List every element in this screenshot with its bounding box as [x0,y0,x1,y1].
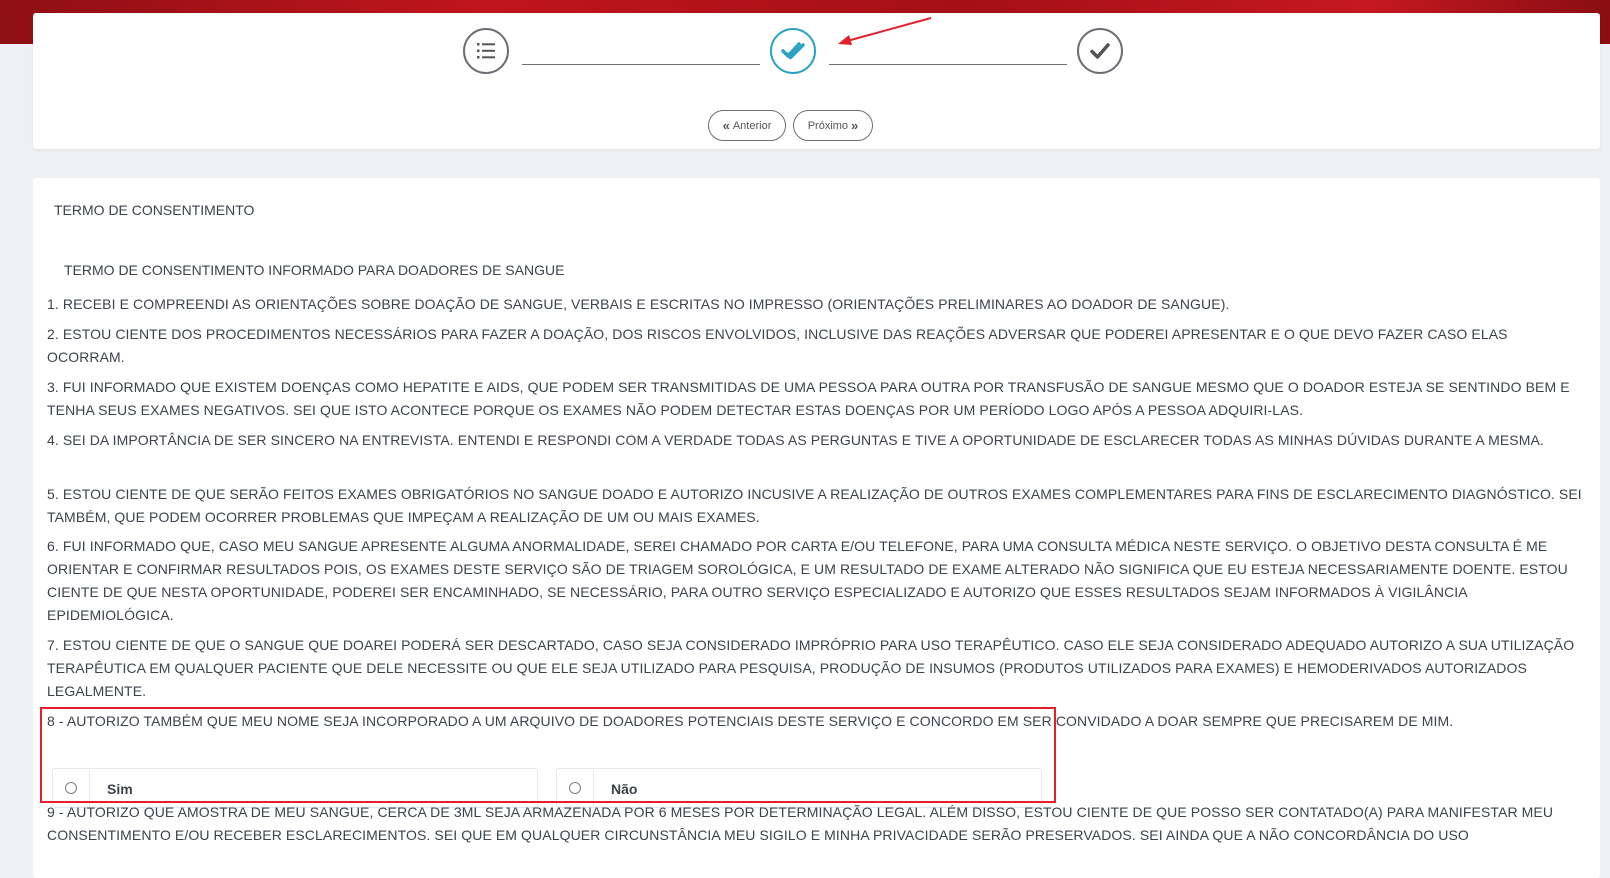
wizard-card: « Anterior Próximo » [33,13,1600,149]
clause-5: 5. ESTOU CIENTE DE QUE SERÃO FEITOS EXAM… [47,486,1582,525]
clause-2: 2. ESTOU CIENTE DOS PROCEDIMENTOS NECESS… [47,326,1508,365]
step-connector-2 [829,64,1067,65]
next-button-label: Próximo [807,119,849,132]
next-button[interactable]: Próximo » [793,110,873,141]
section-title: TERMO DE CONSENTIMENTO [54,202,255,218]
annotation-highlight-box [40,707,1056,803]
clause-9: 9 - AUTORIZO QUE AMOSTRA DE MEU SANGUE, … [47,804,1554,843]
double-chevron-right-icon: » [851,118,859,133]
previous-button[interactable]: « Anterior [708,110,786,141]
clause-3: 3. FUI INFORMADO QUE EXISTEM DOENÇAS COM… [47,379,1570,418]
check-icon [1090,43,1110,59]
annotation-arrow-icon [838,17,932,45]
clause-4: 4. SEI DA IMPORTÂNCIA DE SER SINCERO NA … [47,432,1544,448]
term-subtitle: TERMO DE CONSENTIMENTO INFORMADO PARA DO… [64,262,565,278]
previous-button-label: Anterior [732,119,772,132]
consent-card: TERMO DE CONSENTIMENTO TERMO DE CONSENTI… [33,178,1600,878]
double-chevron-left-icon: « [722,118,730,133]
double-check-icon [781,42,805,60]
clause-6: 6. FUI INFORMADO QUE, CASO MEU SANGUE AP… [47,538,1568,623]
list-icon [477,43,495,59]
step-2-review[interactable] [770,28,816,74]
step-1-list[interactable] [463,28,509,74]
step-3-confirm[interactable] [1077,28,1123,74]
clause-7: 7. ESTOU CIENTE DE QUE O SANGUE QUE DOAR… [47,637,1575,699]
step-connector-1 [522,64,760,65]
clause-1: 1. RECEBI E COMPREENDI AS ORIENTAÇÕES SO… [47,296,1230,312]
